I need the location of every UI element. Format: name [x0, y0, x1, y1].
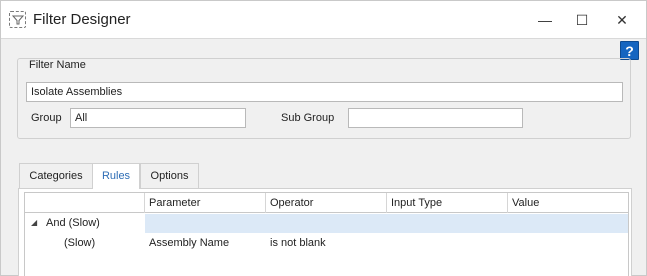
grid-row-and-group[interactable]: ◢ And (Slow) [25, 214, 628, 233]
tab-categories[interactable]: Categories [19, 163, 93, 188]
filter-icon [9, 11, 26, 28]
title-bar[interactable]: Filter Designer — ☐ ✕ [1, 1, 646, 39]
column-header-operator[interactable]: Operator [266, 193, 387, 213]
filter-name-legend: Filter Name [27, 59, 88, 71]
column-header-value[interactable]: Value [508, 193, 628, 213]
subgroup-label: Sub Group [281, 112, 335, 124]
row-tree-label: (Slow) [64, 237, 96, 249]
subgroup-input[interactable] [348, 108, 523, 128]
column-header-parameter[interactable]: Parameter [145, 193, 266, 213]
row-parameter-cell[interactable]: Assembly Name [145, 234, 233, 253]
minimize-button[interactable]: — [533, 9, 557, 31]
close-button[interactable]: ✕ [610, 9, 634, 31]
column-header-input-type[interactable]: Input Type [387, 193, 508, 213]
maximize-button[interactable]: ☐ [570, 9, 594, 31]
filter-designer-window: Filter Designer — ☐ ✕ ? Filter Name Isol… [0, 0, 647, 276]
group-label: Group [31, 112, 62, 124]
row-operator-cell[interactable]: is not blank [266, 234, 330, 253]
tab-rules[interactable]: Rules [92, 163, 140, 189]
grid-row-rule[interactable]: (Slow) Assembly Name is not blank [25, 234, 628, 253]
collapse-triangle-icon[interactable]: ◢ [31, 218, 41, 228]
filter-name-input[interactable]: Isolate Assemblies [26, 82, 623, 102]
row-selection-highlight [145, 214, 628, 233]
tab-options[interactable]: Options [140, 163, 199, 188]
window-title: Filter Designer [33, 11, 131, 28]
column-header-tree[interactable] [25, 193, 145, 213]
grid-header: Parameter Operator Input Type Value [25, 193, 628, 213]
rules-grid[interactable]: Parameter Operator Input Type Value ◢ An… [24, 192, 629, 276]
group-input[interactable]: All [70, 108, 246, 128]
row-tree-label: And (Slow) [46, 217, 100, 229]
